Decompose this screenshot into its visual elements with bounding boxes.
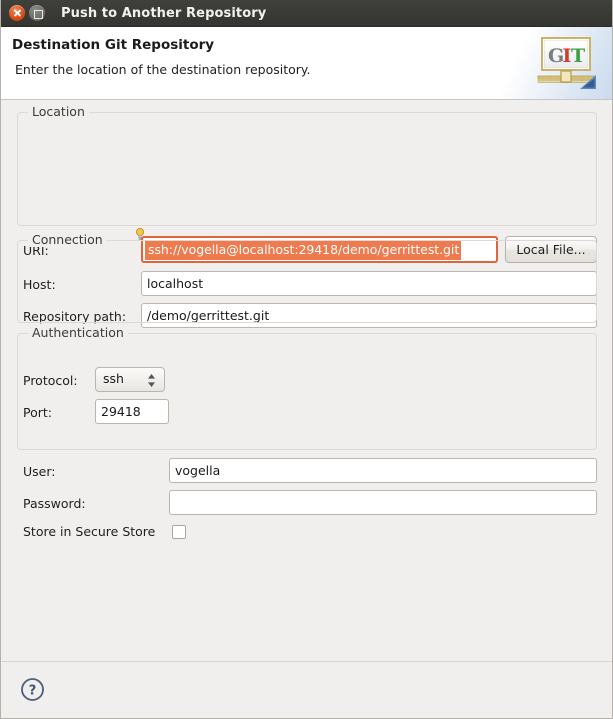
store-secure-label: Store in Secure Store bbox=[23, 524, 156, 539]
svg-text:T: T bbox=[571, 45, 585, 67]
page-description: Enter the location of the destination re… bbox=[15, 62, 311, 77]
connection-group: Connection bbox=[17, 232, 597, 323]
connection-group-label: Connection bbox=[28, 232, 107, 247]
location-group: Location bbox=[17, 104, 597, 226]
title-bar: Push to Another Repository bbox=[1, 0, 612, 27]
user-input[interactable] bbox=[169, 458, 597, 483]
svg-text:?: ? bbox=[29, 684, 37, 699]
password-input[interactable] bbox=[169, 490, 597, 515]
close-icon[interactable] bbox=[9, 5, 25, 21]
page-title: Destination Git Repository bbox=[12, 37, 215, 53]
button-bar: ? < Back Next > Cancel Finish bbox=[1, 661, 612, 717]
maximize-icon[interactable] bbox=[29, 5, 45, 21]
password-label: Password: bbox=[23, 496, 86, 511]
user-label: User: bbox=[23, 464, 56, 479]
wizard-header: Destination Git Repository Enter the loc… bbox=[1, 27, 612, 100]
help-icon[interactable]: ? bbox=[20, 677, 45, 702]
location-group-label: Location bbox=[28, 104, 89, 119]
window-title: Push to Another Repository bbox=[61, 5, 267, 21]
authentication-group: Authentication bbox=[17, 325, 597, 450]
dialog-window: Push to Another Repository Destination G… bbox=[0, 0, 613, 719]
dialog-body: Location URI: ssh://vogella@localhost:29… bbox=[1, 100, 612, 661]
git-logo-icon: G I T bbox=[537, 37, 596, 89]
store-secure-checkbox[interactable] bbox=[172, 525, 186, 539]
authentication-group-label: Authentication bbox=[28, 325, 128, 340]
